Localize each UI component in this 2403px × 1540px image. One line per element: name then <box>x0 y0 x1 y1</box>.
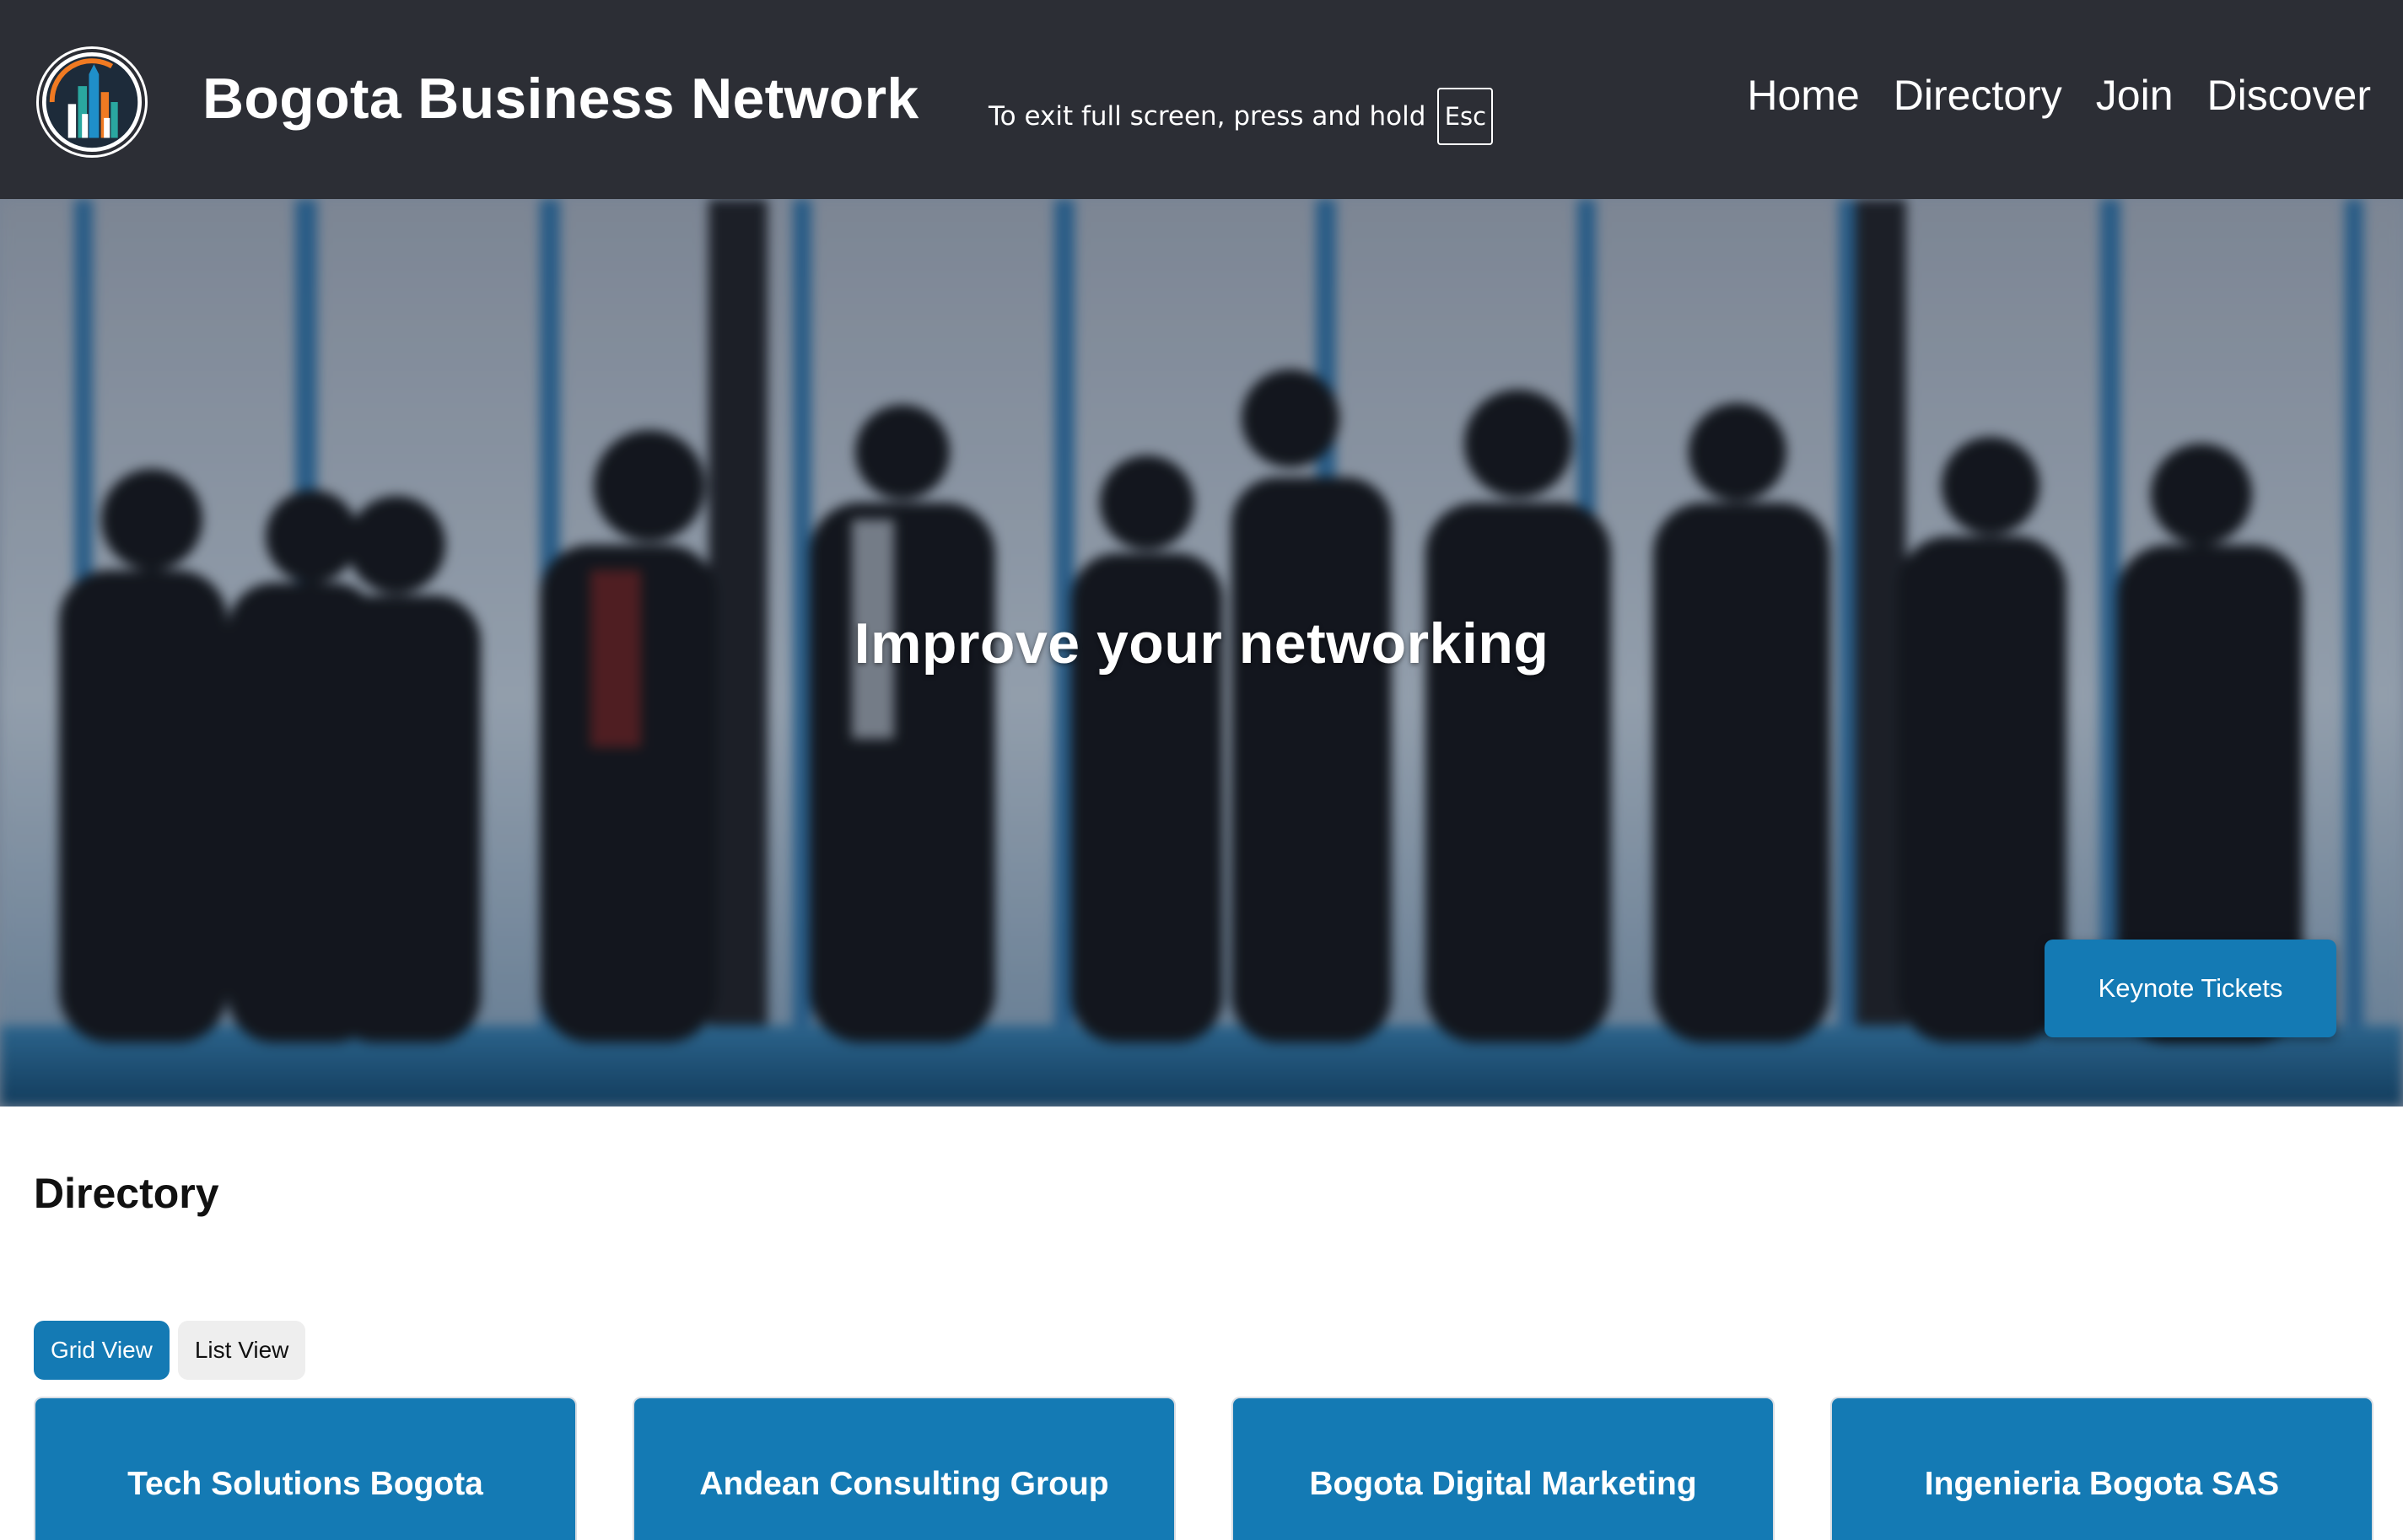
directory-card[interactable]: Tech Solutions Bogota <box>34 1397 577 1540</box>
card-title: Bogota Digital Marketing <box>1309 1466 1697 1502</box>
directory-card[interactable]: Ingenieria Bogota SAS <box>1830 1397 2373 1540</box>
directory-heading: Directory <box>34 1170 219 1217</box>
directory-card[interactable]: Andean Consulting Group <box>633 1397 1176 1540</box>
card-title: Andean Consulting Group <box>699 1466 1109 1502</box>
keynote-tickets-button[interactable]: Keynote Tickets <box>2045 940 2336 1037</box>
card-title: Ingenieria Bogota SAS <box>1924 1466 2280 1502</box>
fullscreen-hint: To exit full screen, press and hold Esc <box>989 88 1494 145</box>
directory-grid: Tech Solutions Bogota Andean Consulting … <box>34 1397 2373 1540</box>
nav-join-link[interactable]: Join <box>2096 71 2174 120</box>
card-title: Tech Solutions Bogota <box>127 1466 483 1502</box>
city-skyline-logo-icon[interactable] <box>39 49 145 155</box>
list-view-button[interactable]: List View <box>177 1321 306 1380</box>
esc-key-badge: Esc <box>1437 88 1494 145</box>
grid-view-button[interactable]: Grid View <box>34 1321 170 1380</box>
hero-banner: Improve your networking Keynote Tickets <box>0 199 2403 1107</box>
site-title[interactable]: Bogota Business Network <box>202 66 919 132</box>
directory-card[interactable]: Bogota Digital Marketing <box>1231 1397 1775 1540</box>
site-header: Bogota Business Network To exit full scr… <box>0 0 2403 199</box>
view-toggle: Grid View List View <box>34 1321 306 1380</box>
logo-graphic <box>46 56 138 148</box>
nav-directory-link[interactable]: Directory <box>1894 71 2062 120</box>
nav-home-link[interactable]: Home <box>1747 71 1859 120</box>
hero-heading: Improve your networking <box>854 611 1549 676</box>
nav-discover-link[interactable]: Discover <box>2207 71 2371 120</box>
main-nav: Home Directory Join Discover <box>1747 71 2371 120</box>
fullscreen-hint-text: To exit full screen, press and hold <box>989 101 1426 132</box>
